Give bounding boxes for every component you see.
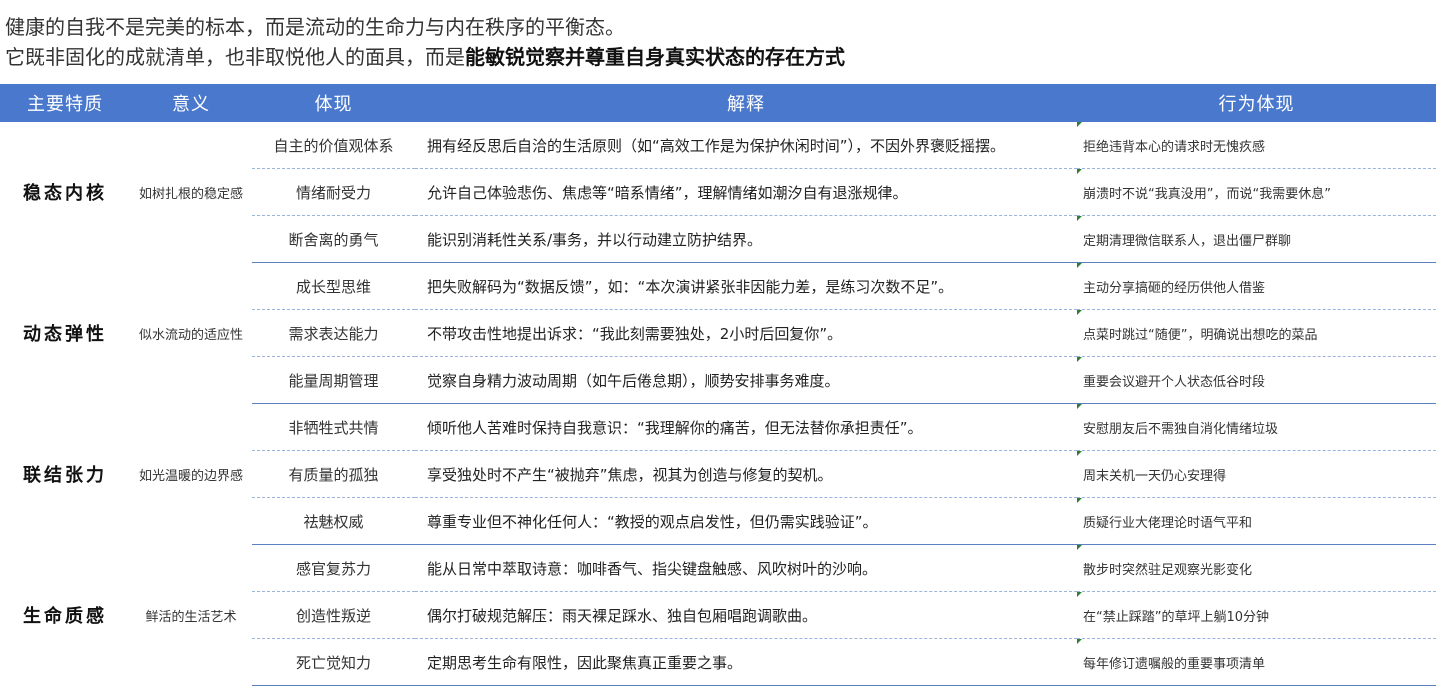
manifestation-cell: 非牺牲式共情 [252, 403, 415, 451]
behavior-cell: 质疑行业大佬理论时语气平和 [1077, 497, 1436, 545]
behavior-cell: 散步时突然驻足观察光影变化 [1077, 544, 1436, 592]
behavior-cell: 每年修订遗嘱般的重要事项清单 [1077, 638, 1436, 686]
manifestation-cell: 自主的价值观体系 [252, 122, 415, 169]
header-behavior: 行为体现 [1077, 84, 1436, 122]
table-row: 动态弹性 似水流动的适应性 成长型思维 把失败解码为“数据反馈”，如：“本次演讲… [0, 262, 1436, 345]
meaning-cell: 如光温暖的边界感 [138, 468, 243, 484]
meaning-cell: 鲜活的生活艺术 [145, 609, 237, 625]
trait-cell: 联结张力 [23, 465, 107, 486]
intro-line-2-emphasis: 能敏锐觉察并尊重自身真实状态的存在方式 [465, 45, 845, 69]
header-meaning: 意义 [130, 84, 252, 122]
explanation-cell: 偶尔打破规范解压：雨天裸足踩水、独自包厢唱跑调歌曲。 [415, 591, 1077, 639]
trait-cell: 动态弹性 [23, 324, 107, 345]
meaning-cell: 似水流动的适应性 [138, 327, 243, 343]
intro: 健康的自我不是完美的标本，而是流动的生命力与内在秩序的平衡态。 它既非固化的成就… [5, 12, 1430, 72]
meaning-cell: 如树扎根的稳定感 [138, 186, 243, 202]
table-header-row: 主要特质 意义 体现 解释 行为体现 [0, 84, 1436, 122]
manifestation-cell: 感官复苏力 [252, 544, 415, 592]
manifestation-cell: 创造性叛逆 [252, 591, 415, 639]
manifestation-cell: 祛魅权威 [252, 497, 415, 545]
explanation-cell: 不带攻击性地提出诉求：“我此刻需要独处，2小时后回复你”。 [415, 309, 1077, 357]
explanation-cell: 觉察自身精力波动周期（如午后倦怠期），顺势安排事务难度。 [415, 356, 1077, 404]
manifestation-cell: 情绪耐受力 [252, 168, 415, 216]
intro-line-2: 它既非固化的成就清单，也非取悦他人的面具，而是能敏锐觉察并尊重自身真实状态的存在… [5, 42, 1430, 72]
explanation-cell: 允许自己体验悲伤、焦虑等“暗系情绪”，理解情绪如潮汐自有退涨规律。 [415, 168, 1077, 216]
traits-table: 主要特质 意义 体现 解释 行为体现 稳态内核 如树扎根的稳定感 自主的价值观体… [0, 84, 1436, 686]
explanation-cell: 定期思考生命有限性，因此聚焦真正重要之事。 [415, 638, 1077, 686]
explanation-cell: 能识别消耗性关系/事务，并以行动建立防护结界。 [415, 215, 1077, 263]
manifestation-cell: 成长型思维 [252, 262, 415, 310]
intro-line-2-text: 它既非固化的成就清单，也非取悦他人的面具，而是 [5, 45, 465, 69]
table-row: 稳态内核 如树扎根的稳定感 自主的价值观体系 拥有经反思后自洽的生活原则（如“高… [0, 122, 1436, 204]
behavior-cell: 在“禁止踩踏”的草坪上躺10分钟 [1077, 591, 1436, 639]
trait-cell: 生命质感 [23, 606, 107, 627]
header-explanation: 解释 [415, 84, 1077, 122]
header-trait: 主要特质 [0, 84, 130, 122]
manifestation-cell: 断舍离的勇气 [252, 215, 415, 263]
trait-cell: 稳态内核 [23, 183, 107, 205]
manifestation-cell: 死亡觉知力 [252, 638, 415, 686]
behavior-cell: 点菜时跳过“随便”，明确说出想吃的菜品 [1077, 309, 1436, 357]
behavior-cell: 定期清理微信联系人，退出僵尸群聊 [1077, 215, 1436, 263]
manifestation-cell: 需求表达能力 [252, 309, 415, 357]
explanation-cell: 把失败解码为“数据反馈”，如：“本次演讲紧张非因能力差，是练习次数不足”。 [415, 262, 1077, 310]
explanation-cell: 尊重专业但不神化任何人：“教授的观点启发性，但仍需实践验证”。 [415, 497, 1077, 545]
explanation-cell: 拥有经反思后自洽的生活原则（如“高效工作是为保护休闲时间”），不因外界褒贬摇摆。 [415, 122, 1077, 169]
behavior-cell: 拒绝违背本心的请求时无愧疚感 [1077, 122, 1436, 169]
explanation-cell: 倾听他人苦难时保持自我意识：“我理解你的痛苦，但无法替你承担责任”。 [415, 403, 1077, 451]
behavior-cell: 重要会议避开个人状态低谷时段 [1077, 356, 1436, 404]
manifestation-cell: 能量周期管理 [252, 356, 415, 404]
behavior-cell: 安慰朋友后不需独自消化情绪垃圾 [1077, 403, 1436, 451]
table-row: 生命质感 鲜活的生活艺术 感官复苏力 能从日常中萃取诗意：咖啡香气、指尖键盘触感… [0, 544, 1436, 627]
explanation-cell: 能从日常中萃取诗意：咖啡香气、指尖键盘触感、风吹树叶的沙响。 [415, 544, 1077, 592]
header-manifestation: 体现 [252, 84, 415, 122]
manifestation-cell: 有质量的孤独 [252, 450, 415, 498]
behavior-cell: 崩溃时不说“我真没用”，而说“我需要休息” [1077, 168, 1436, 216]
intro-line-1: 健康的自我不是完美的标本，而是流动的生命力与内在秩序的平衡态。 [5, 15, 625, 39]
behavior-cell: 主动分享搞砸的经历供他人借鉴 [1077, 262, 1436, 310]
table-row: 联结张力 如光温暖的边界感 非牺牲式共情 倾听他人苦难时保持自我意识：“我理解你… [0, 403, 1436, 486]
explanation-cell: 享受独处时不产生“被抛弃”焦虑，视其为创造与修复的契机。 [415, 450, 1077, 498]
behavior-cell: 周末关机一天仍心安理得 [1077, 450, 1436, 498]
